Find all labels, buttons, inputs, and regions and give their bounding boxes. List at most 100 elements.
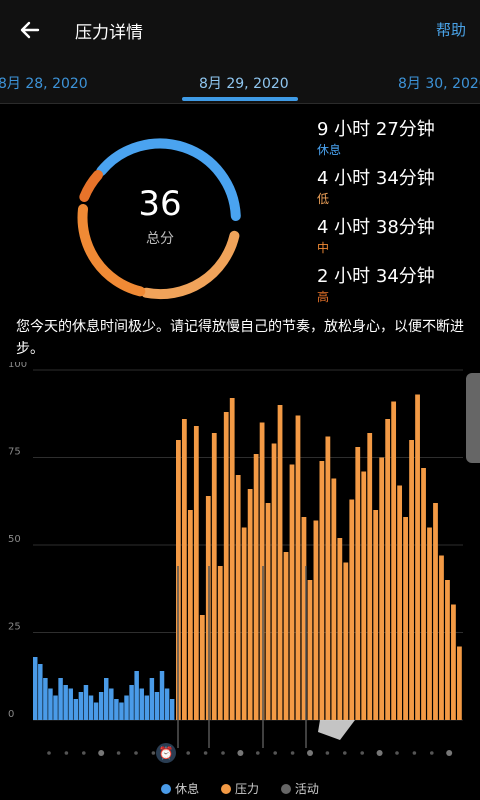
stress-bar <box>211 433 217 720</box>
rest-bar <box>98 692 104 720</box>
stress-bar <box>223 412 229 720</box>
glare-overlay <box>318 720 355 740</box>
stat-label: 中 <box>317 241 330 255</box>
rest-bar <box>124 695 129 720</box>
rest-bar <box>134 671 139 720</box>
stress-bar <box>331 478 337 720</box>
stress-bar <box>181 419 187 720</box>
stress-bar <box>433 503 438 720</box>
timeline-dot <box>343 751 347 755</box>
legend-label: 活动 <box>294 782 319 796</box>
legend-dot-icon <box>280 784 291 794</box>
timeline-dot <box>134 751 138 755</box>
date-selected-indicator <box>182 97 298 101</box>
timeline-dot <box>237 750 244 756</box>
legend-stress: 压力 <box>220 780 259 797</box>
stat-duration: 4 小时 38分钟 <box>317 217 435 238</box>
stress-timeline-chart[interactable]: 0255075100⏰4上午8上午12下午4 <box>0 362 480 767</box>
stat-rest: 9 小时 27分钟 休息 <box>317 118 477 167</box>
stress-bar <box>445 580 450 720</box>
timeline-dot <box>255 751 260 755</box>
rest-bar <box>68 688 73 720</box>
date-tab-next[interactable]: 8月 30, 2020 <box>398 73 480 93</box>
date-tab-previous[interactable]: 8月 28, 2020 <box>0 73 88 93</box>
date-selector: 8月 28, 2020 8月 29, 2020 8月 30, 2020 <box>0 60 480 104</box>
rest-bar <box>154 692 160 720</box>
timeline-dot <box>290 751 295 755</box>
stress-bar <box>421 468 426 720</box>
stress-bar <box>427 527 432 720</box>
rest-bar <box>93 702 99 720</box>
rest-bar <box>43 678 48 720</box>
stress-bar <box>391 401 397 720</box>
rest-bar <box>139 688 144 720</box>
help-button[interactable]: 帮助 <box>436 19 466 40</box>
stress-bar <box>241 527 247 720</box>
stress-bar <box>457 646 462 720</box>
timeline-dot <box>376 750 383 756</box>
timeline-dot <box>360 751 365 755</box>
rest-bar <box>78 692 84 720</box>
rest-bar <box>119 702 124 720</box>
arrow-left-icon <box>20 21 40 39</box>
y-tick-label: 100 <box>8 362 27 370</box>
stress-score-value: 36 <box>138 184 182 224</box>
rest-bar <box>73 699 79 720</box>
alarm-clock-glyph: ⏰ <box>159 745 174 760</box>
rest-bar <box>63 685 68 720</box>
y-tick-label: 0 <box>8 709 14 720</box>
stress-bar <box>247 489 253 720</box>
back-button[interactable] <box>14 14 46 46</box>
high-stress-arc <box>79 170 103 202</box>
legend-dot-icon <box>161 784 172 794</box>
stress-bar <box>361 471 367 720</box>
stress-bar <box>295 415 301 720</box>
legend-label: 压力 <box>234 782 259 796</box>
stress-bar <box>199 615 205 720</box>
stress-bar <box>373 510 379 720</box>
stress-bar <box>277 405 283 720</box>
stress-breakdown: 9 小时 27分钟 休息 4 小时 34分钟 低 4 小时 38分钟 中 2 小… <box>317 118 477 314</box>
stat-high: 2 小时 34分钟 高 <box>317 265 477 314</box>
stress-bar <box>349 499 355 720</box>
legend-rest: 休息 <box>161 780 199 797</box>
stat-duration: 4 小时 34分钟 <box>317 168 435 189</box>
stress-bar <box>409 440 414 720</box>
stress-bar <box>343 562 349 720</box>
stress-bar <box>319 461 325 720</box>
rest-bar <box>164 688 170 720</box>
date-tab-current[interactable]: 8月 29, 2020 <box>199 73 289 93</box>
stress-bar <box>355 447 361 720</box>
y-tick-label: 50 <box>8 534 21 545</box>
stress-bar <box>187 510 193 720</box>
rest-bar <box>53 695 58 720</box>
stress-bar <box>325 436 331 720</box>
stress-bar <box>415 394 420 720</box>
stress-bar <box>397 485 403 720</box>
rest-bar <box>83 685 89 720</box>
stat-label: 低 <box>317 192 330 206</box>
x-tick-label: 12下午 <box>232 766 265 767</box>
rest-bar <box>144 695 150 720</box>
stress-bar <box>379 457 385 720</box>
stress-bar <box>439 555 444 720</box>
timeline-dot <box>325 751 330 755</box>
stress-bar <box>193 426 199 720</box>
rest-bar <box>169 699 175 720</box>
stress-bar <box>235 475 241 720</box>
stat-medium: 4 小时 38分钟 中 <box>317 216 477 265</box>
stress-bar <box>265 503 271 720</box>
stress-bar <box>385 419 391 720</box>
legend-activity: 活动 <box>280 780 319 797</box>
stress-bar <box>253 454 259 720</box>
timeline-dot <box>98 750 105 756</box>
stress-bar <box>307 580 313 720</box>
timeline-dot <box>151 751 156 755</box>
stress-bar <box>217 566 223 720</box>
rest-bar <box>104 678 109 720</box>
x-tick-label: 4上午 <box>90 766 116 767</box>
legend-label: 休息 <box>175 782 200 796</box>
scroll-thumb[interactable] <box>466 373 480 463</box>
stress-bar <box>283 552 289 720</box>
stress-bar <box>229 398 235 720</box>
